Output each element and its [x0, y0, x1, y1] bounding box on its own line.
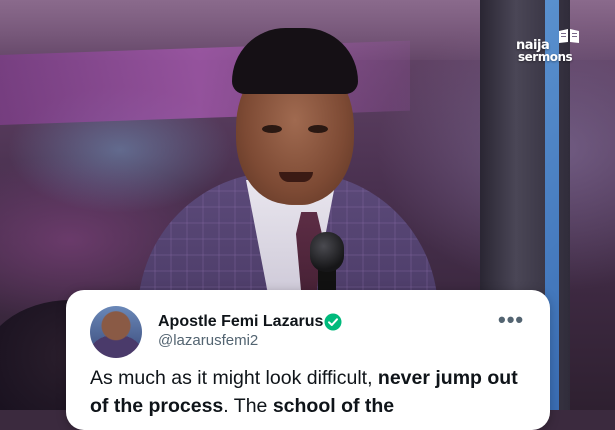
speaker-eye-right	[308, 125, 328, 133]
author-name[interactable]: Apostle Femi Lazarus	[158, 313, 323, 331]
logo-text-sermons: sermons	[518, 50, 573, 64]
tweet-text-segment: As much as it might look difficult,	[90, 367, 378, 389]
tweet-card[interactable]: Apostle Femi Lazarus @lazarusfemi2 ••• A…	[66, 290, 550, 430]
tweet-text-segment: . The	[223, 395, 273, 417]
speaker-eye-left	[262, 125, 282, 133]
author-handle[interactable]: @lazarusfemi2	[158, 332, 258, 349]
tweet-text: As much as it might look difficult, neve…	[90, 364, 530, 420]
speaker-mouth	[279, 172, 313, 182]
author-avatar[interactable]	[90, 306, 142, 358]
microphone-icon	[310, 232, 344, 272]
naijasermons-logo: naija sermons	[516, 28, 584, 68]
verified-badge-icon	[324, 313, 342, 331]
tweet-text-segment-bold: school of the	[272, 395, 395, 417]
open-book-icon	[559, 29, 579, 43]
more-options-icon[interactable]: •••	[498, 309, 524, 331]
